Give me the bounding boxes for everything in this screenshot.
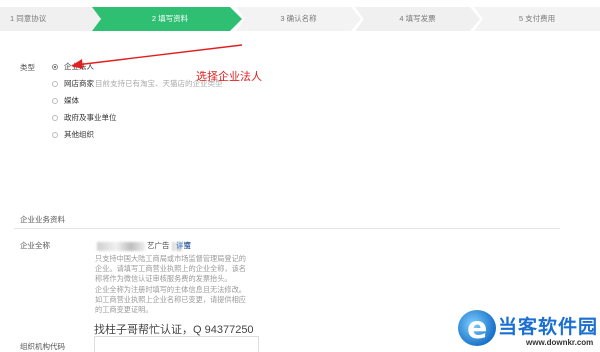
step-confirm-name: 3 确认名称 <box>236 7 361 31</box>
full-name-label: 企业全称 <box>20 241 50 250</box>
radio-checked-icon[interactable] <box>52 63 58 70</box>
radio-icon[interactable] <box>52 80 58 87</box>
redacted-text <box>97 241 145 251</box>
type-option-government[interactable]: 政府及事业单位 <box>52 112 117 123</box>
type-option-media[interactable]: 媒体 <box>52 95 79 106</box>
org-code-label: 组织机构代码 <box>20 342 65 351</box>
logo-url: www.downkr.com <box>526 338 594 347</box>
option-label: 网店商家 <box>64 79 94 88</box>
step-fill-invoice: 4 填写发票 <box>355 7 480 31</box>
option-label: 政府及事业单位 <box>64 113 117 122</box>
help-line: 只支持中国大陆工商局或市场监督管理局登记的 <box>95 254 246 263</box>
progress-steps: 1 同意协议 2 填写资料 3 确认名称 4 填写发票 5 支付费用 <box>0 7 600 31</box>
type-option-other[interactable]: 其他组织 <box>52 129 94 140</box>
divider <box>14 228 560 229</box>
radio-icon[interactable] <box>52 131 58 138</box>
section-title: 企业业务资料 <box>20 215 65 224</box>
detail-link[interactable]: 详情 <box>176 240 191 251</box>
full-name-help-text: 只支持中国大陆工商局或市场监督管理局登记的 企业。请填写工商营业执照上的企业全称… <box>95 254 260 315</box>
logo-e-icon <box>458 310 496 346</box>
type-label: 类型 <box>20 63 35 72</box>
help-line: 称将作为微信认证审核服务费的发票抬头。 <box>95 274 232 284</box>
site-logo: 当客软件园 www.downkr.com <box>458 308 600 352</box>
step-agree-protocol: 1 同意协议 <box>0 7 100 31</box>
option-label: 其他组织 <box>64 130 94 139</box>
step-fill-info: 2 填写资料 <box>92 7 242 31</box>
radio-icon[interactable] <box>52 114 58 121</box>
annotation-text: 选择企业法人 <box>196 71 262 83</box>
help-line: 的工商变更证明。 <box>95 305 153 315</box>
radio-icon[interactable] <box>52 97 58 104</box>
help-line: 企业。请填写工商营业执照上的企业全称，该名 <box>95 264 246 274</box>
org-code-input[interactable] <box>94 336 259 352</box>
step-pay-fee: 5 支付费用 <box>474 7 600 31</box>
full-name-suffix: 艺广告 <box>147 241 170 250</box>
logo-name: 当客软件园 <box>498 317 599 338</box>
contact-watermark-text: 找柱子哥帮忙认证，Q 94377250 <box>94 324 254 336</box>
help-line: 企业全称为注册时填写的主体信息且无法修改。 <box>95 284 246 294</box>
help-line: 如工商营业执照上企业名称已变更，请提供相应 <box>95 294 246 304</box>
option-label: 媒体 <box>64 96 79 105</box>
